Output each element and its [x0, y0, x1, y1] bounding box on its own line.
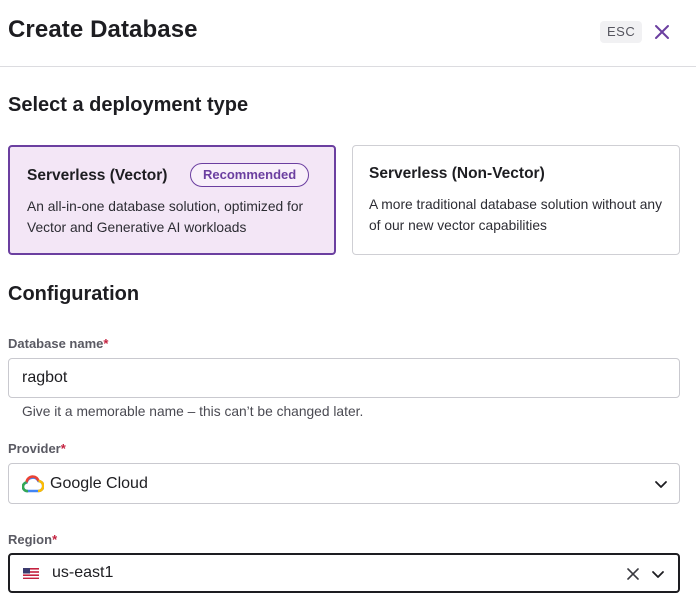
deployment-section-title: Select a deployment type: [8, 94, 249, 116]
provider-value: Google Cloud: [50, 475, 148, 492]
required-marker: *: [103, 336, 109, 351]
modal-header: Create Database ESC: [0, 0, 696, 67]
modal-title: Create Database: [8, 16, 198, 43]
provider-label-text: Provider: [8, 441, 61, 456]
clear-icon[interactable]: [624, 565, 642, 583]
chevron-down-icon: [655, 481, 667, 488]
required-marker: *: [60, 441, 66, 456]
deployment-option-title: Serverless (Vector): [27, 167, 168, 184]
recommended-badge: Recommended: [190, 163, 310, 187]
region-select[interactable]: us-east1: [8, 553, 680, 593]
close-button[interactable]: [650, 20, 674, 44]
region-label: Region*: [8, 532, 57, 547]
close-icon: [655, 25, 669, 39]
configuration-section-title: Configuration: [8, 283, 140, 305]
database-name-input[interactable]: ragbot: [8, 358, 680, 398]
chevron-down-icon: [652, 571, 664, 578]
database-name-label: Database name*: [8, 336, 108, 351]
required-marker: *: [52, 532, 58, 547]
deployment-option-serverless-vector[interactable]: Serverless (Vector) Recommended An all-i…: [8, 145, 336, 255]
region-label-text: Region: [8, 532, 53, 547]
us-flag-icon: [23, 568, 39, 579]
deployment-option-description: A more traditional database solution wit…: [369, 197, 662, 233]
region-value: us-east1: [52, 564, 114, 581]
esc-key-hint: ESC: [600, 21, 643, 43]
deployment-option-serverless-non-vector[interactable]: Serverless (Non-Vector) A more tradition…: [352, 145, 680, 255]
provider-label: Provider*: [8, 441, 66, 456]
deployment-option-description: An all-in-one database solution, optimiz…: [27, 199, 304, 235]
deployment-option-title: Serverless (Non-Vector): [369, 165, 545, 182]
provider-select[interactable]: Google Cloud: [8, 463, 680, 504]
database-name-value: ragbot: [22, 369, 68, 386]
database-name-helper-text: Give it a memorable name – this can’t be…: [22, 404, 364, 419]
database-name-label-text: Database name: [8, 336, 104, 351]
google-cloud-icon: [22, 475, 44, 493]
